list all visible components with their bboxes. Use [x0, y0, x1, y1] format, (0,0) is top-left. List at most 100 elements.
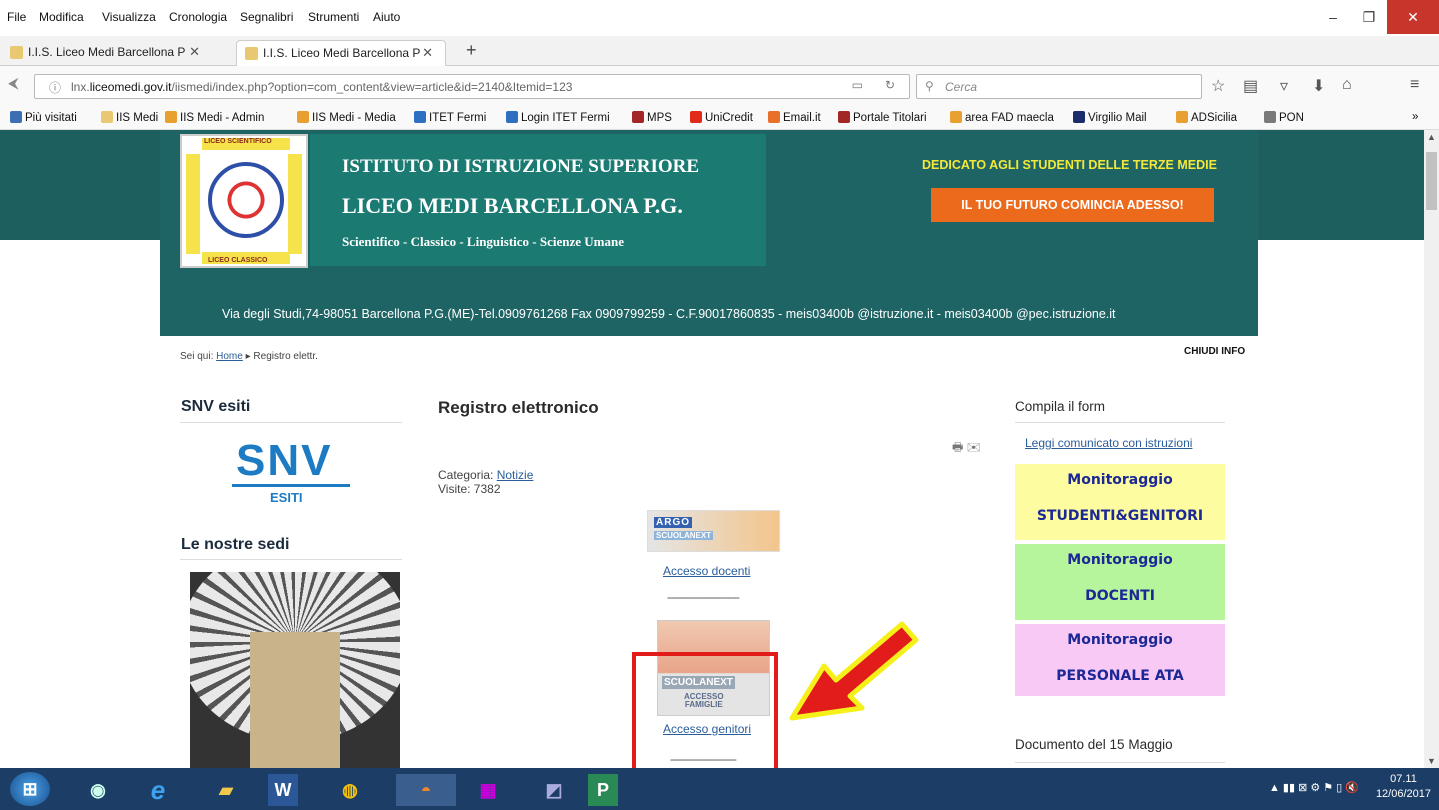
- bookmark-item[interactable]: PON: [1264, 111, 1304, 124]
- leggi-comunicato-link[interactable]: Leggi comunicato con istruzioni: [1025, 436, 1192, 450]
- divider: [1015, 762, 1225, 763]
- file-explorer-icon[interactable]: ▰: [204, 774, 248, 806]
- accesso-docenti-link[interactable]: Accesso docenti: [663, 564, 750, 578]
- article-title: Registro elettronico: [438, 398, 599, 417]
- media-app-icon[interactable]: ▦: [466, 774, 510, 806]
- publisher-icon[interactable]: P: [588, 774, 618, 806]
- snv-logo[interactable]: SNV ESITI: [232, 436, 350, 510]
- divider: [1015, 422, 1225, 423]
- categoria-link[interactable]: Notizie: [497, 468, 534, 482]
- restore-icon[interactable]: ❐: [1351, 0, 1387, 34]
- banner-line2: LICEO MEDI BARCELLONA P.G.: [342, 193, 683, 218]
- menu-hamburger-icon[interactable]: ≡: [1410, 76, 1419, 94]
- menu-aiuto[interactable]: Aiuto: [373, 10, 400, 24]
- snv-logo-bar: [232, 484, 350, 487]
- bookmark-item[interactable]: Virgilio Mail: [1073, 111, 1147, 124]
- logo-text-top: LICEO SCIENTIFICO: [204, 138, 272, 145]
- scroll-thumb[interactable]: [1426, 152, 1437, 210]
- menu-cronologia[interactable]: Cronologia: [169, 10, 227, 24]
- bookmark-item[interactable]: Portale Titolari: [838, 111, 927, 124]
- sede-photo[interactable]: [190, 572, 400, 768]
- menu-file[interactable]: File: [7, 10, 26, 24]
- bookmark-item[interactable]: ADSicilia: [1176, 111, 1237, 124]
- system-tray[interactable]: ▲ ▮▮ ⊠ ⚙ ⚑ ▯ 🔇: [1269, 781, 1359, 794]
- firefox-icon[interactable]: ◓: [396, 774, 456, 806]
- bookmark-item[interactable]: IIS Medi: [101, 111, 158, 124]
- scroll-down-icon[interactable]: ▼: [1427, 756, 1436, 766]
- monitoraggio-line2: DOCENTI: [1085, 588, 1155, 604]
- home-icon[interactable]: ⌂: [1342, 76, 1352, 94]
- futuro-button[interactable]: IL TUO FUTURO COMINCIA ADESSO!: [931, 188, 1214, 222]
- breadcrumb-home-link[interactable]: Home: [216, 351, 243, 362]
- print-email-icons[interactable]: 🖶 ✉: [952, 438, 981, 459]
- breadcrumb-current: Registro elettr.: [253, 351, 318, 362]
- bookmark-item[interactable]: area FAD maecla: [950, 111, 1054, 124]
- word-icon[interactable]: W: [268, 774, 298, 806]
- reload-icon[interactable]: ↻: [885, 78, 895, 92]
- new-tab-icon[interactable]: +: [466, 40, 477, 61]
- menu-strumenti[interactable]: Strumenti: [308, 10, 359, 24]
- bookmark-item[interactable]: ITET Fermi: [414, 111, 486, 124]
- bookmark-favicon-icon: [1073, 111, 1085, 123]
- bookmarks-overflow-icon[interactable]: »: [1412, 111, 1418, 123]
- bookmarks-toolbar: Più visitati IIS Medi IIS Medi - Admin I…: [0, 106, 1439, 130]
- tab-favicon-icon: [10, 46, 23, 59]
- bookmark-star-icon[interactable]: ☆: [1211, 76, 1225, 96]
- tab-close-icon[interactable]: ✕: [422, 45, 433, 61]
- minimize-icon[interactable]: –: [1315, 0, 1351, 34]
- menu-bar: File Modifica Visualizza Cronologia Segn…: [0, 0, 1439, 36]
- bookmark-item[interactable]: UniCredit: [690, 111, 753, 124]
- bookmark-item[interactable]: Login ITET Fermi: [506, 111, 610, 124]
- bookmark-favicon-icon: [297, 111, 309, 123]
- taskbar-app-icon[interactable]: ◉: [76, 774, 120, 806]
- reader-icon[interactable]: ▭: [852, 78, 863, 92]
- bookmark-item[interactable]: Email.it: [768, 111, 821, 124]
- scroll-up-icon[interactable]: ▲: [1427, 132, 1436, 142]
- bookmark-favicon-icon: [950, 111, 962, 123]
- documento-15-maggio-title: Documento del 15 Maggio: [1015, 737, 1173, 752]
- dedicato-text[interactable]: DEDICATO AGLI STUDENTI DELLE TERZE MEDIE: [922, 158, 1217, 172]
- tab-label: I.I.S. Liceo Medi Barcellona P: [28, 45, 186, 59]
- bookmark-item[interactable]: Più visitati: [10, 111, 77, 124]
- separator-dashes: ------------------------: [667, 590, 740, 604]
- snv-logo-text: SNV: [236, 436, 333, 485]
- start-button-icon[interactable]: ⊞: [10, 772, 50, 806]
- download-icon[interactable]: ⬇: [1312, 76, 1325, 96]
- chiudi-info-button[interactable]: CHIUDI INFO: [1184, 346, 1245, 357]
- search-input[interactable]: ⚲ Cerca: [916, 74, 1202, 99]
- back-icon[interactable]: ⮜: [8, 75, 19, 92]
- site-banner: LICEO SCIENTIFICO LICEO CLASSICO ISTITUT…: [160, 130, 1258, 336]
- info-icon[interactable]: ⓘ: [49, 79, 61, 96]
- bookmark-item[interactable]: MPS: [632, 111, 672, 124]
- bookmark-favicon-icon: [165, 111, 177, 123]
- tab-1[interactable]: I.I.S. Liceo Medi Barcellona P ✕: [2, 40, 212, 66]
- chrome-icon[interactable]: ◍: [328, 774, 372, 806]
- clock[interactable]: 07.11 12/06/2017: [1376, 772, 1431, 802]
- monitoraggio-docenti-button[interactable]: Monitoraggio DOCENTI: [1015, 544, 1225, 620]
- bookmark-favicon-icon: [506, 111, 518, 123]
- monitoraggio-studenti-button[interactable]: Monitoraggio STUDENTI&GENITORI: [1015, 464, 1225, 540]
- monitoraggio-line2: STUDENTI&GENITORI: [1036, 508, 1204, 524]
- internet-explorer-icon[interactable]: e: [136, 774, 180, 806]
- library-icon[interactable]: ▤: [1243, 76, 1258, 96]
- menu-segnalibri[interactable]: Segnalibri: [240, 10, 293, 24]
- menu-modifica[interactable]: Modifica: [39, 10, 84, 24]
- menu-visualizza[interactable]: Visualizza: [102, 10, 156, 24]
- tab-2[interactable]: I.I.S. Liceo Medi Barcellona P ✕: [236, 40, 446, 66]
- logo-strip: [288, 154, 302, 254]
- url-bar[interactable]: ⓘ lnx.liceomedi.gov.it/iismedi/index.php…: [34, 74, 910, 99]
- bookmark-item[interactable]: IIS Medi - Admin: [165, 111, 264, 124]
- pocket-icon[interactable]: ▿: [1280, 76, 1288, 96]
- school-logo[interactable]: LICEO SCIENTIFICO LICEO CLASSICO: [180, 134, 308, 268]
- notepad-icon[interactable]: ◩: [532, 774, 576, 806]
- vertical-scrollbar[interactable]: ▲ ▼: [1424, 130, 1439, 768]
- monitoraggio-ata-button[interactable]: Monitoraggio PERSONALE ATA: [1015, 624, 1225, 696]
- tab-close-icon[interactable]: ✕: [189, 44, 200, 60]
- argo-scuolanext-image[interactable]: ARGO SCUOLANEXT: [647, 510, 780, 552]
- banner-title-box: ISTITUTO DI ISTRUZIONE SUPERIORE LICEO M…: [310, 134, 766, 266]
- close-icon[interactable]: ✕: [1387, 0, 1439, 34]
- banner-line1: ISTITUTO DI ISTRUZIONE SUPERIORE: [342, 156, 700, 177]
- bookmark-favicon-icon: [632, 111, 644, 123]
- breadcrumb: Sei qui: Home ▸ Registro elettr.: [180, 351, 318, 362]
- bookmark-item[interactable]: IIS Medi - Media: [297, 111, 396, 124]
